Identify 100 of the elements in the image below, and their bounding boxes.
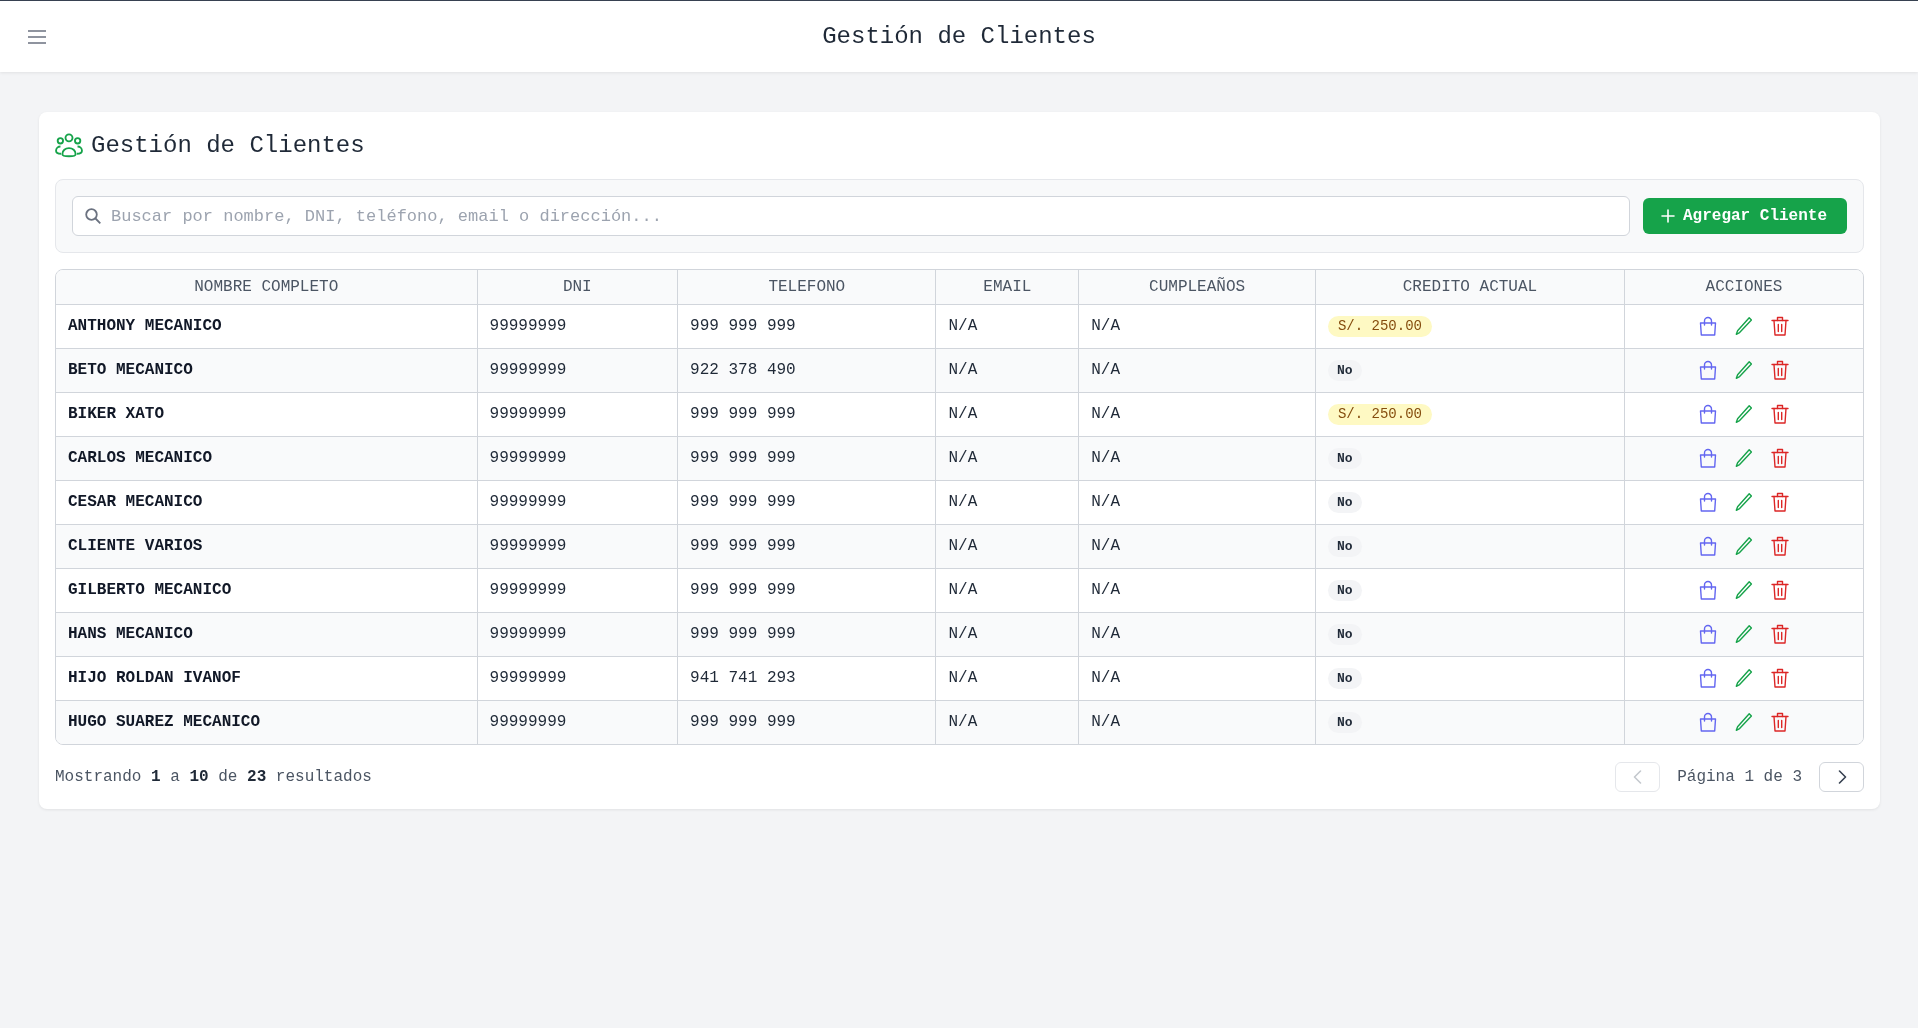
delete-button[interactable] [1770, 535, 1789, 556]
plus-icon [1660, 209, 1675, 223]
bag-icon [1698, 359, 1717, 380]
shopping-bag-button[interactable] [1698, 623, 1717, 644]
delete-button[interactable] [1770, 579, 1789, 600]
pencil-icon [1734, 403, 1753, 424]
trash-icon [1770, 667, 1789, 688]
pencil-icon [1734, 579, 1753, 600]
table-cell: N/A [1078, 392, 1316, 437]
table-cell: N/A [936, 392, 1079, 437]
delete-button[interactable] [1770, 711, 1789, 732]
table-cell: 999 999 999 [677, 392, 936, 437]
table-cell: N/A [1078, 612, 1316, 657]
table-cell: 99999999 [477, 436, 678, 481]
search-field[interactable]: Buscar por nombre, DNI, teléfono, email o dirección... [72, 196, 1630, 236]
users-icon [55, 133, 83, 159]
table-cell: N/A [1078, 436, 1316, 481]
client-name-cell: CESAR MECANICO [56, 480, 478, 525]
bag-icon [1698, 579, 1717, 600]
shopping-bag-button[interactable] [1698, 579, 1717, 600]
table-cell: 999 999 999 [677, 436, 936, 481]
edit-button[interactable] [1734, 535, 1753, 556]
edit-button[interactable] [1734, 447, 1753, 468]
table-cell: N/A [1078, 656, 1316, 701]
column-header: CREDITO ACTUAL [1315, 270, 1625, 305]
delete-button[interactable] [1770, 447, 1789, 468]
shopping-bag-button[interactable] [1698, 315, 1717, 336]
credit-badge: No [1327, 536, 1362, 557]
column-header: DNI [477, 270, 678, 305]
edit-button[interactable] [1734, 359, 1753, 380]
results-summary: Mostrando 1 a 10 de 23 resultados [55, 767, 372, 788]
page-title: Gestión de Clientes [822, 21, 1096, 52]
table-cell: 922 378 490 [677, 348, 936, 393]
table-cell: N/A [1078, 480, 1316, 525]
bag-icon [1698, 403, 1717, 424]
edit-button[interactable] [1734, 623, 1753, 644]
delete-button[interactable] [1770, 403, 1789, 424]
trash-icon [1770, 359, 1789, 380]
table-cell: 99999999 [477, 392, 678, 437]
pencil-icon [1734, 447, 1753, 468]
table-cell: 99999999 [477, 700, 678, 744]
pencil-icon [1734, 315, 1753, 336]
table-cell: 941 741 293 [677, 656, 936, 701]
table-cell: N/A [1078, 524, 1316, 569]
delete-button[interactable] [1770, 623, 1789, 644]
table-cell: N/A [936, 700, 1079, 744]
trash-icon [1770, 403, 1789, 424]
table-cell: N/A [936, 612, 1079, 657]
pencil-icon [1734, 359, 1753, 380]
trash-icon [1770, 535, 1789, 556]
pencil-icon [1734, 535, 1753, 556]
search-icon [85, 208, 101, 224]
edit-button[interactable] [1734, 579, 1753, 600]
edit-button[interactable] [1734, 403, 1753, 424]
column-header: NOMBRE COMPLETO [56, 270, 478, 305]
table-cell: N/A [936, 568, 1079, 613]
client-name-cell: GILBERTO MECANICO [56, 568, 478, 613]
delete-button[interactable] [1770, 315, 1789, 336]
credit-badge: No [1327, 492, 1362, 513]
pencil-icon [1734, 491, 1753, 512]
client-name-cell: HUGO SUAREZ MECANICO [56, 700, 478, 744]
shopping-bag-button[interactable] [1698, 711, 1717, 732]
delete-button[interactable] [1770, 359, 1789, 380]
trash-icon [1770, 447, 1789, 468]
bag-icon [1698, 491, 1717, 512]
table-cell: N/A [1078, 700, 1316, 744]
shopping-bag-button[interactable] [1698, 403, 1717, 424]
table-cell: 999 999 999 [677, 612, 936, 657]
table-cell: N/A [1078, 568, 1316, 613]
bag-icon [1698, 667, 1717, 688]
bag-icon [1698, 315, 1717, 336]
shopping-bag-button[interactable] [1698, 667, 1717, 688]
edit-button[interactable] [1734, 315, 1753, 336]
shopping-bag-button[interactable] [1698, 447, 1717, 468]
table-cell: 999 999 999 [677, 700, 936, 744]
pencil-icon [1734, 711, 1753, 732]
shopping-bag-button[interactable] [1698, 491, 1717, 512]
table-cell: 99999999 [477, 304, 678, 349]
trash-icon [1770, 711, 1789, 732]
edit-button[interactable] [1734, 491, 1753, 512]
column-header: TELEFONO [677, 270, 936, 305]
credit-badge: No [1327, 360, 1362, 381]
delete-button[interactable] [1770, 667, 1789, 688]
table-cell: 99999999 [477, 480, 678, 525]
client-name-cell: CARLOS MECANICO [56, 436, 478, 481]
add-client-button[interactable]: Agregar Cliente [1642, 198, 1847, 234]
credit-badge: No [1327, 448, 1362, 469]
delete-button[interactable] [1770, 491, 1789, 512]
table-cell: N/A [936, 656, 1079, 701]
card-title: Gestión de Clientes [91, 131, 365, 161]
bag-icon [1698, 535, 1717, 556]
credit-badge: No [1327, 668, 1362, 689]
edit-button[interactable] [1734, 711, 1753, 732]
edit-button[interactable] [1734, 667, 1753, 688]
shopping-bag-button[interactable] [1698, 359, 1717, 380]
client-name-cell: CLIENTE VARIOS [56, 524, 478, 569]
menu-icon[interactable] [28, 29, 46, 44]
shopping-bag-button[interactable] [1698, 535, 1717, 556]
table-cell: 999 999 999 [677, 304, 936, 349]
column-header: ACCIONES [1624, 270, 1863, 305]
